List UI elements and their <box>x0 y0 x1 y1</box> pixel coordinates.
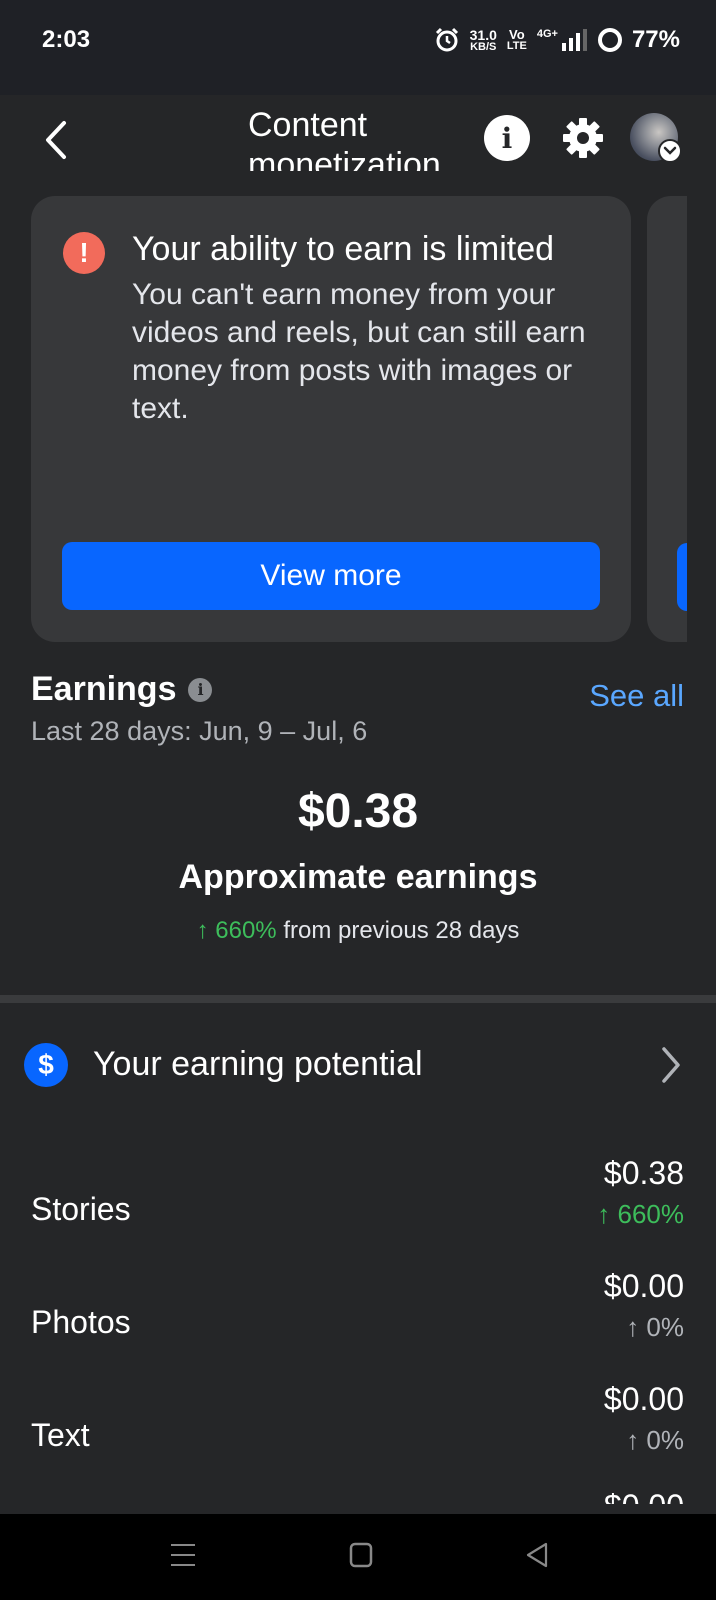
earnings-header: Earnings i <box>31 670 213 709</box>
see-all-link[interactable]: See all <box>589 678 684 714</box>
card-title: Your ability to earn is limited <box>132 230 555 268</box>
list-item-amount: $0.00 <box>603 1268 684 1304</box>
info-button[interactable]: i <box>484 115 530 161</box>
info-icon[interactable]: i <box>188 677 213 702</box>
battery-level: 77% <box>631 26 680 53</box>
status-icons: 31.0 KB/S Vo LTE 4G+ 77% <box>434 24 680 56</box>
exclamation-icon: ! <box>63 232 105 274</box>
status-bar: 2:03 31.0 KB/S Vo LTE 4G+ 77% <box>0 0 716 95</box>
earnings-delta-value: ↑ 660% <box>196 917 277 944</box>
home-button[interactable] <box>349 1542 373 1568</box>
info-icon: i <box>501 121 513 155</box>
card-body: You can't earn money from your videos an… <box>132 278 586 425</box>
list-item-amount-partial: $0.00 <box>604 1486 684 1504</box>
battery-icon <box>597 28 622 52</box>
signal-indicator: 4G+ <box>537 29 588 51</box>
next-card-button-peek <box>677 543 687 611</box>
section-divider <box>0 995 716 1003</box>
earnings-period: Last 28 days: Jun, 9 – Jul, 6 <box>31 716 368 746</box>
page-title-container: Content monetization <box>248 105 478 171</box>
list-item-name: Photos <box>31 1304 131 1340</box>
chevron-right-icon <box>662 1047 680 1083</box>
earning-potential-label: Your earning potential <box>93 1045 423 1083</box>
chevron-down-icon <box>663 146 677 155</box>
list-item-delta: ↑ 0% <box>626 1425 684 1455</box>
earning-potential-row[interactable]: $ Your earning potential <box>0 1025 716 1101</box>
back-nav-button[interactable] <box>524 1542 550 1568</box>
list-item-name: Text <box>31 1417 90 1453</box>
list-item-amount: $0.38 <box>603 1155 684 1191</box>
earnings-amount-label: Approximate earnings <box>178 858 538 896</box>
top-bar: Content monetization i <box>0 95 716 185</box>
dollar-icon: $ <box>24 1043 68 1087</box>
list-item-text: Text $0.00 ↑ 0% <box>0 1381 716 1491</box>
list-item-amount: $0.00 <box>603 1381 684 1417</box>
list-item-name: Stories <box>31 1191 131 1227</box>
list-item-stories: Stories $0.38 ↑ 660% <box>0 1155 716 1265</box>
back-button[interactable] <box>36 115 76 165</box>
earnings-delta: ↑ 660% from previous 28 days <box>0 917 716 945</box>
page-title: Content monetization <box>248 106 441 171</box>
signal-icon <box>561 29 587 51</box>
volte-indicator: Vo LTE <box>506 27 527 52</box>
alarm-icon <box>435 27 458 52</box>
earning-limit-card: ! Your ability to earn is limited You ca… <box>31 196 631 642</box>
earnings-delta-suffix: from previous 28 days <box>283 917 520 944</box>
network-speed: 31.0 KB/S <box>469 26 497 53</box>
recents-button[interactable] <box>170 1542 196 1568</box>
earnings-amount: $0.38 <box>297 785 419 838</box>
list-item-photos: Photos $0.00 ↑ 0% <box>0 1268 716 1378</box>
list-item-delta: ↑ 660% <box>597 1199 684 1229</box>
settings-button[interactable] <box>560 115 606 161</box>
status-time: 2:03 <box>42 26 91 53</box>
list-item-delta: ↑ 0% <box>626 1312 684 1342</box>
system-nav-bar <box>0 1514 716 1600</box>
view-more-button[interactable]: View more <box>62 542 600 610</box>
earnings-title: Earnings <box>31 670 177 708</box>
profile-switcher-button[interactable] <box>658 139 682 163</box>
